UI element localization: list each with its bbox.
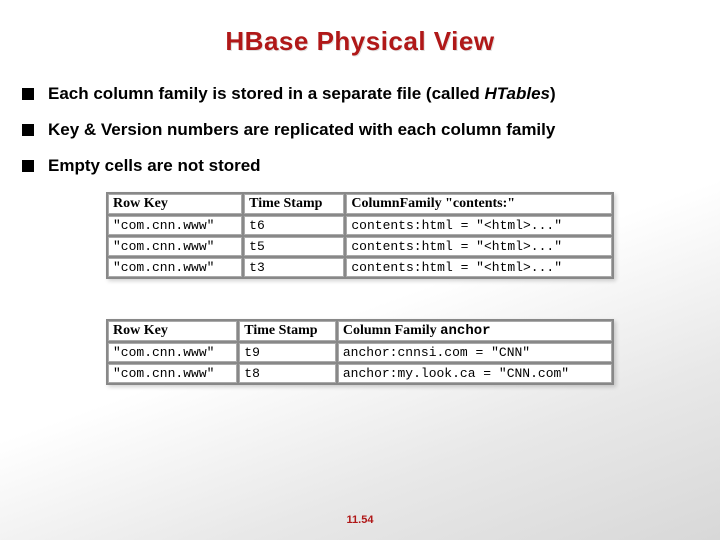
cell: "com.cnn.www" — [108, 364, 237, 383]
col-header-serif: Column Family — [343, 323, 440, 338]
table-row: "com.cnn.www" t3 contents:html = "<html>… — [108, 258, 612, 277]
col-header: Time Stamp — [244, 194, 344, 214]
slide-number: 11.54 — [0, 514, 720, 526]
col-header-mono: anchor — [440, 323, 490, 339]
table-header-row: Row Key Time Stamp ColumnFamily "content… — [108, 194, 612, 214]
cell: anchor:my.look.ca = "CNN.com" — [338, 364, 612, 383]
cell: contents:html = "<html>..." — [346, 237, 612, 256]
col-header: ColumnFamily "contents:" — [346, 194, 612, 214]
cell: t6 — [244, 216, 344, 235]
table-row: "com.cnn.www" t9 anchor:cnnsi.com = "CNN… — [108, 343, 612, 362]
table-contents: Row Key Time Stamp ColumnFamily "content… — [106, 192, 614, 279]
table-row: "com.cnn.www" t8 anchor:my.look.ca = "CN… — [108, 364, 612, 383]
bullet-text-em: HTables — [485, 84, 551, 103]
cell: contents:html = "<html>..." — [346, 216, 612, 235]
bullet-list: Each column family is stored in a separa… — [22, 83, 720, 178]
cell: anchor:cnnsi.com = "CNN" — [338, 343, 612, 362]
col-header: Time Stamp — [239, 321, 336, 341]
bullet-text: Empty cells are not stored — [48, 155, 261, 178]
table-row: "com.cnn.www" t6 contents:html = "<html>… — [108, 216, 612, 235]
tables-area: Row Key Time Stamp ColumnFamily "content… — [106, 192, 614, 385]
square-bullet-icon — [22, 124, 34, 136]
cell: "com.cnn.www" — [108, 258, 242, 277]
list-item: Empty cells are not stored — [22, 155, 720, 178]
bullet-text-pre: Key & Version numbers are replicated wit… — [48, 120, 555, 139]
cell: t5 — [244, 237, 344, 256]
table-anchor: Row Key Time Stamp Column Family anchor … — [106, 319, 614, 385]
col-header: Row Key — [108, 321, 237, 341]
square-bullet-icon — [22, 88, 34, 100]
cell: t8 — [239, 364, 336, 383]
table-header-row: Row Key Time Stamp Column Family anchor — [108, 321, 612, 341]
cell: "com.cnn.www" — [108, 237, 242, 256]
bullet-text: Each column family is stored in a separa… — [48, 83, 556, 106]
cell: t9 — [239, 343, 336, 362]
col-header: Row Key — [108, 194, 242, 214]
square-bullet-icon — [22, 160, 34, 172]
list-item: Each column family is stored in a separa… — [22, 83, 720, 106]
cell: "com.cnn.www" — [108, 343, 237, 362]
cell: "com.cnn.www" — [108, 216, 242, 235]
spacer — [106, 279, 614, 319]
bullet-text-post: ) — [550, 84, 556, 103]
bullet-text: Key & Version numbers are replicated wit… — [48, 119, 555, 142]
slide: HBase Physical View Each column family i… — [0, 0, 720, 540]
list-item: Key & Version numbers are replicated wit… — [22, 119, 720, 142]
cell: t3 — [244, 258, 344, 277]
cell: contents:html = "<html>..." — [346, 258, 612, 277]
col-header: Column Family anchor — [338, 321, 612, 341]
page-title: HBase Physical View — [0, 0, 720, 57]
bullet-text-pre: Empty cells are not stored — [48, 156, 261, 175]
bullet-text-pre: Each column family is stored in a separa… — [48, 84, 485, 103]
table-row: "com.cnn.www" t5 contents:html = "<html>… — [108, 237, 612, 256]
